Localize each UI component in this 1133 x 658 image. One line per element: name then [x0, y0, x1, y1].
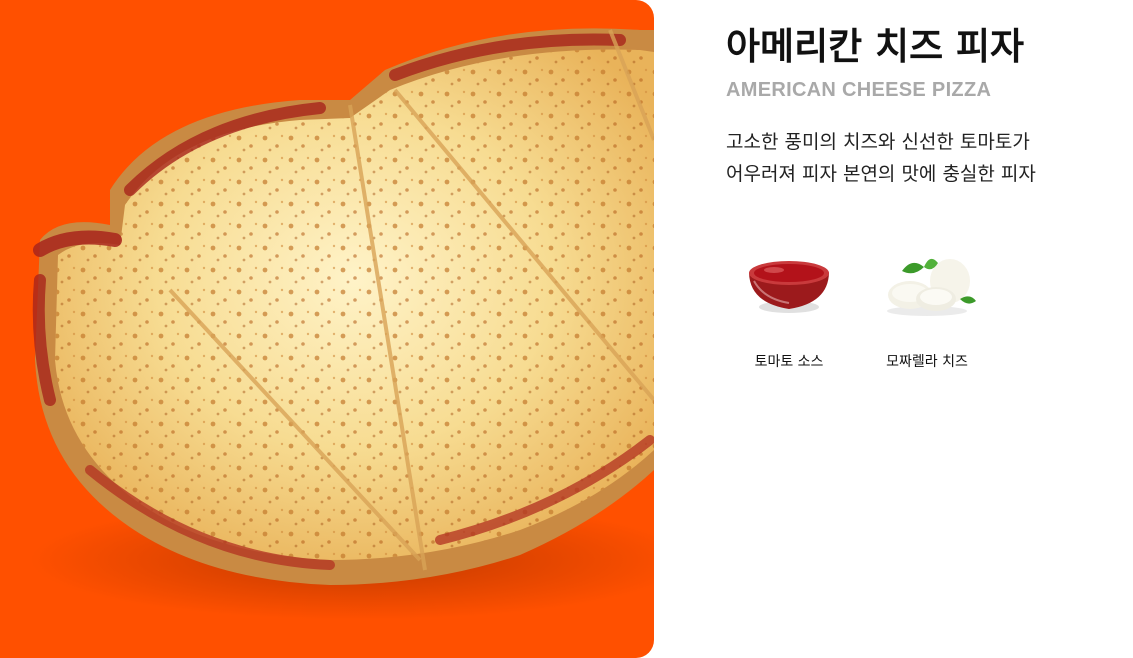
product-title-korean: 아메리칸 치즈 피자 [726, 25, 1025, 68]
product-info: 아메리칸 치즈 피자 AMERICAN CHEESE PIZZA 고소한 풍미의… [726, 22, 1116, 190]
product-description: 고소한 풍미의 치즈와 신선한 토마토가 어우러져 피자 본연의 맛에 충실한 … [726, 126, 1116, 190]
ingredient-label: 모짜렐라 치즈 [886, 354, 968, 370]
product-title-english: AMERICAN CHEESE PIZZA [726, 79, 992, 101]
description-line: 어우러져 피자 본연의 맛에 충실한 피자 [726, 163, 1036, 185]
ingredient-label: 토마토 소스 [754, 354, 824, 370]
pizza-photo [30, 28, 654, 620]
mozzarella-cheese-icon [872, 245, 982, 327]
description-line: 고소한 풍미의 치즈와 신선한 토마토가 [726, 131, 1030, 153]
hero-panel [0, 0, 654, 658]
ingredient-item: 토마토 소스 [726, 245, 852, 371]
tomato-sauce-bowl-icon [734, 245, 844, 327]
ingredient-list: 토마토 소스 모짜렐라 치즈 [726, 245, 1002, 371]
product-detail-page: 아메리칸 치즈 피자 AMERICAN CHEESE PIZZA 고소한 풍미의… [0, 0, 1133, 658]
ingredient-item: 모짜렐라 치즈 [864, 245, 990, 371]
